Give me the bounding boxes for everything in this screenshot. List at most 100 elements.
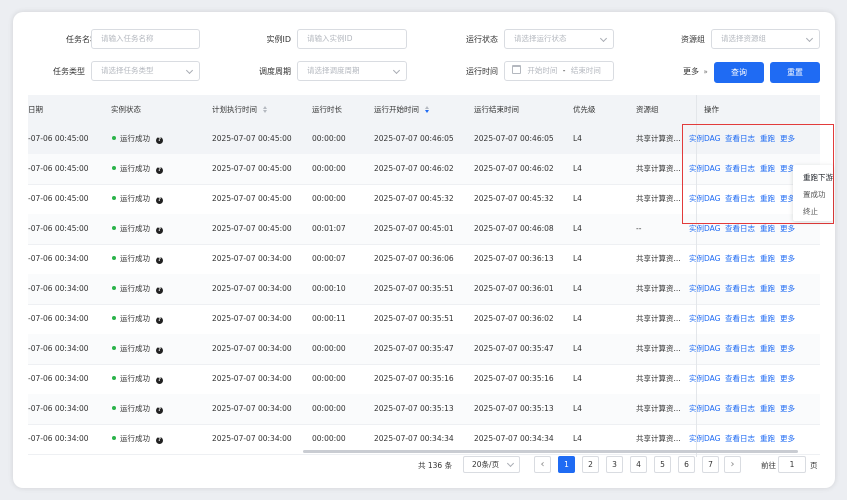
cell-plan-time: 2025-07-07 00:34:00	[212, 314, 292, 323]
help-icon[interactable]: ?	[156, 377, 163, 384]
instance-id-label: 实例ID	[266, 35, 291, 44]
page-suffix: 页	[810, 461, 818, 470]
goto-page-input[interactable]: 1	[778, 456, 806, 473]
page-button[interactable]: 6	[678, 456, 695, 473]
more-actions-link[interactable]: 更多	[780, 394, 795, 424]
help-icon[interactable]: ?	[156, 437, 163, 444]
page-button[interactable]: 2	[582, 456, 599, 473]
menu-item-terminate[interactable]: 终止	[803, 206, 818, 217]
help-icon[interactable]: ?	[156, 197, 163, 204]
help-icon[interactable]: ?	[156, 137, 163, 144]
page-button[interactable]: 4	[630, 456, 647, 473]
column-header-plan-time[interactable]: 计划执行时间	[212, 95, 268, 124]
rerun-link[interactable]: 重跑	[760, 334, 775, 364]
view-log-link[interactable]: 查看日志	[725, 244, 755, 274]
cell-date: -07-06 00:34:00	[28, 434, 89, 443]
help-icon[interactable]: ?	[156, 257, 163, 264]
cell-plan-time: 2025-07-07 00:34:00	[212, 404, 292, 413]
next-page-button[interactable]: ›	[724, 456, 741, 473]
status-text: 运行成功	[120, 224, 150, 233]
cell-duration: 00:00:00	[312, 134, 346, 143]
status-text: 运行成功	[120, 404, 150, 413]
view-log-link[interactable]: 查看日志	[725, 364, 755, 394]
more-actions-link[interactable]: 更多	[780, 304, 795, 334]
instance-dag-link[interactable]: 实例DAG	[689, 364, 720, 394]
cell-priority: L4	[573, 374, 582, 383]
cell-status: 运行成功?	[112, 214, 163, 244]
instance-dag-link[interactable]: 实例DAG	[689, 334, 720, 364]
help-icon[interactable]: ?	[156, 347, 163, 354]
help-icon[interactable]: ?	[156, 227, 163, 234]
schedule-cycle-select[interactable]: 请选择调度周期	[297, 61, 407, 81]
status-success-dot	[112, 166, 116, 170]
view-log-link[interactable]: 查看日志	[725, 334, 755, 364]
page-size-select[interactable]: 20条/页	[463, 456, 520, 473]
more-actions-link[interactable]: 更多	[780, 274, 795, 304]
page-button[interactable]: 7	[702, 456, 719, 473]
instance-id-input[interactable]: 请输入实例ID	[297, 29, 407, 49]
view-log-link[interactable]: 查看日志	[725, 274, 755, 304]
instance-dag-link[interactable]: 实例DAG	[689, 244, 720, 274]
rerun-link[interactable]: 重跑	[760, 274, 775, 304]
task-type-select[interactable]: 请选择任务类型	[91, 61, 200, 81]
run-time-range[interactable]: 开始时间 - 结束时间	[504, 61, 614, 81]
reset-button[interactable]: 重置	[770, 62, 820, 83]
instance-dag-link[interactable]: 实例DAG	[689, 304, 720, 334]
task-name-input[interactable]: 请输入任务名称	[91, 29, 200, 49]
rerun-link[interactable]: 重跑	[760, 364, 775, 394]
cell-resource-group: 共享计算资...	[636, 314, 681, 323]
help-icon[interactable]: ?	[156, 287, 163, 294]
cell-status: 运行成功?	[112, 394, 163, 424]
cell-date: -07-06 00:45:00	[28, 194, 89, 203]
column-header-end-time: 运行结束时间	[474, 105, 519, 114]
rerun-link[interactable]: 重跑	[760, 244, 775, 274]
instance-dag-link[interactable]: 实例DAG	[689, 274, 720, 304]
cell-priority: L4	[573, 344, 582, 353]
page-size-value: 20条/页	[472, 460, 500, 469]
plan-time-header-label: 计划执行时间	[212, 105, 257, 114]
cell-duration: 00:00:11	[312, 314, 346, 323]
cell-end-time: 2025-07-07 00:36:02	[474, 314, 554, 323]
more-actions-link[interactable]: 更多	[780, 244, 795, 274]
cell-priority: L4	[573, 224, 582, 233]
cell-priority: L4	[573, 134, 582, 143]
cell-start-time: 2025-07-07 00:35:16	[374, 374, 454, 383]
rerun-link[interactable]: 重跑	[760, 304, 775, 334]
cell-status: 运行成功?	[112, 124, 163, 154]
column-header-start-time[interactable]: 运行开始时间	[374, 95, 430, 124]
cell-plan-time: 2025-07-07 00:45:00	[212, 164, 292, 173]
cell-start-time: 2025-07-07 00:36:06	[374, 254, 454, 263]
help-icon[interactable]: ?	[156, 407, 163, 414]
more-filters-label: 更多	[683, 67, 699, 76]
instance-dag-link[interactable]: 实例DAG	[689, 394, 720, 424]
view-log-link[interactable]: 查看日志	[725, 394, 755, 424]
help-icon[interactable]: ?	[156, 167, 163, 174]
menu-item-set-success[interactable]: 置成功	[803, 189, 826, 200]
sort-icon	[263, 106, 268, 113]
cell-plan-time: 2025-07-07 00:34:00	[212, 374, 292, 383]
page-button[interactable]: 3	[606, 456, 623, 473]
view-log-link[interactable]: 查看日志	[725, 304, 755, 334]
cell-resource-group: --	[636, 224, 642, 233]
run-status-label: 运行状态	[466, 35, 498, 44]
more-actions-link[interactable]: 更多	[780, 334, 795, 364]
query-button[interactable]: 查询	[714, 62, 764, 83]
run-status-select[interactable]: 请选择运行状态	[504, 29, 614, 49]
prev-page-button[interactable]: ‹	[534, 456, 551, 473]
help-icon[interactable]: ?	[156, 317, 163, 324]
column-header-duration: 运行时长	[312, 105, 342, 114]
more-actions-link[interactable]: 更多	[780, 364, 795, 394]
cell-priority: L4	[573, 284, 582, 293]
page-button[interactable]: 1	[558, 456, 575, 473]
page-button[interactable]: 5	[654, 456, 671, 473]
cell-date: -07-06 00:34:00	[28, 284, 89, 293]
more-filters-toggle[interactable]: 更多 »	[683, 66, 708, 77]
resource-group-select[interactable]: 请选择资源组	[711, 29, 820, 49]
rerun-link[interactable]: 重跑	[760, 394, 775, 424]
status-text: 运行成功	[120, 314, 150, 323]
horizontal-scrollbar[interactable]	[303, 450, 798, 453]
cell-plan-time: 2025-07-07 00:45:00	[212, 224, 292, 233]
cell-status: 运行成功?	[112, 364, 163, 394]
menu-item-rerun-downstream[interactable]: 重跑下游	[803, 172, 833, 183]
cell-priority: L4	[573, 194, 582, 203]
